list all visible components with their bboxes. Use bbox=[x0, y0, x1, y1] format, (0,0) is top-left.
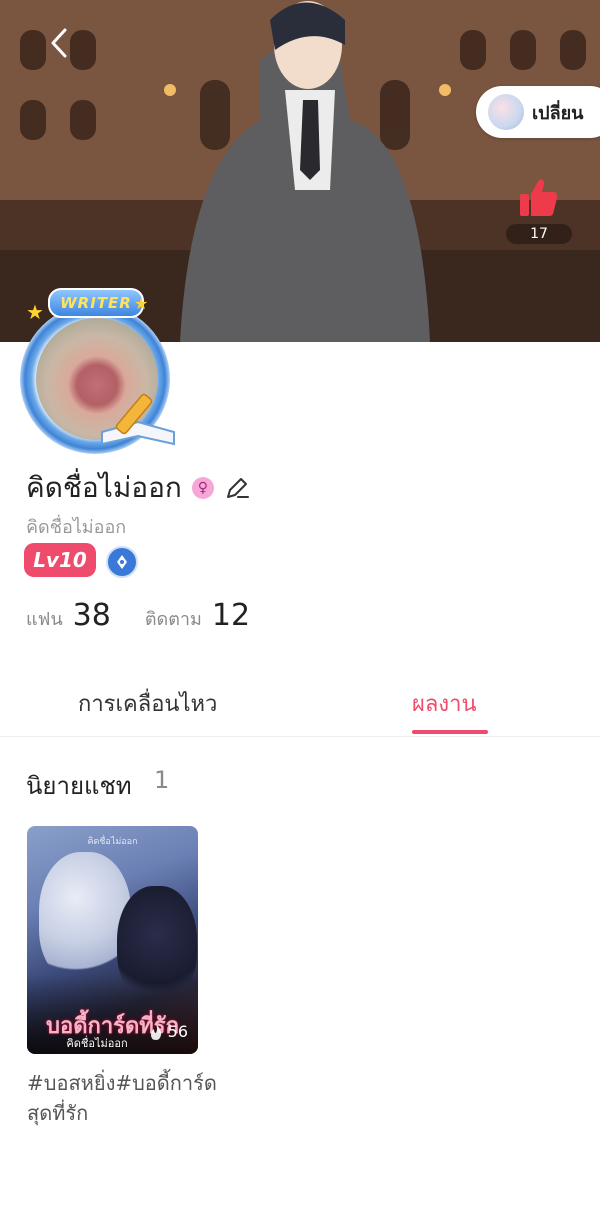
profile-stats: แฟน 38 ติดตาม 12 bbox=[26, 598, 250, 633]
edit-pencil-icon[interactable] bbox=[224, 475, 250, 501]
writer-pen-badge bbox=[106, 546, 138, 578]
story-cover[interactable]: คิดชื่อไม่ออก บอดี้การ์ดที่รัก คิดชื่อไม… bbox=[27, 826, 198, 1054]
flame-icon bbox=[150, 1023, 161, 1040]
cover-subtitle: คิดชื่อไม่ออก bbox=[66, 1037, 128, 1050]
back-button[interactable] bbox=[42, 26, 76, 60]
username-row: คิดชื่อไม่ออก ♀ bbox=[26, 466, 250, 510]
following-label[interactable]: ติดตาม bbox=[145, 604, 202, 633]
switch-character-button[interactable]: เปลี่ยน bbox=[476, 86, 600, 138]
star-icon: ★ bbox=[134, 294, 149, 313]
chevron-left-icon bbox=[51, 28, 67, 58]
fans-label[interactable]: แฟน bbox=[26, 604, 63, 633]
story-caption[interactable]: #บอสหยิ่ง#บอดี้การ์ดสุดที่รัก bbox=[27, 1068, 227, 1128]
active-tab-indicator bbox=[412, 730, 488, 734]
fountain-pen-icon bbox=[117, 555, 127, 569]
character-avatar bbox=[488, 94, 524, 130]
writer-badge: WRITER bbox=[48, 288, 144, 318]
profile-avatar-frame[interactable]: WRITER ★ ★ bbox=[2, 286, 184, 456]
fans-count[interactable]: 38 bbox=[73, 598, 111, 633]
pen-book-icon bbox=[101, 393, 175, 446]
female-gender-icon: ♀ bbox=[191, 477, 214, 499]
level-badge: Lv10 bbox=[24, 543, 96, 577]
tab-activity[interactable]: การเคลื่อนไหว bbox=[78, 686, 217, 721]
view-count: 56 bbox=[148, 1022, 188, 1041]
switch-label: เปลี่ยน bbox=[532, 102, 584, 124]
profile-subname: คิดชื่อไม่ออก bbox=[26, 517, 127, 538]
username: คิดชื่อไม่ออก bbox=[26, 471, 182, 504]
following-count[interactable]: 12 bbox=[212, 598, 250, 633]
cover-author: คิดชื่อไม่ออก bbox=[87, 837, 138, 847]
thumbs-up-icon bbox=[520, 179, 558, 216]
views-value: 56 bbox=[167, 1022, 188, 1041]
star-icon: ★ bbox=[26, 300, 44, 324]
like-count: 17 bbox=[506, 224, 572, 244]
section-title: นิยายแชท bbox=[26, 772, 132, 800]
section-count: 1 bbox=[154, 766, 170, 794]
profile-tabs: การเคลื่อนไหว ผลงาน bbox=[0, 670, 600, 737]
tab-works[interactable]: ผลงาน bbox=[412, 686, 477, 721]
like-button[interactable] bbox=[512, 172, 564, 224]
